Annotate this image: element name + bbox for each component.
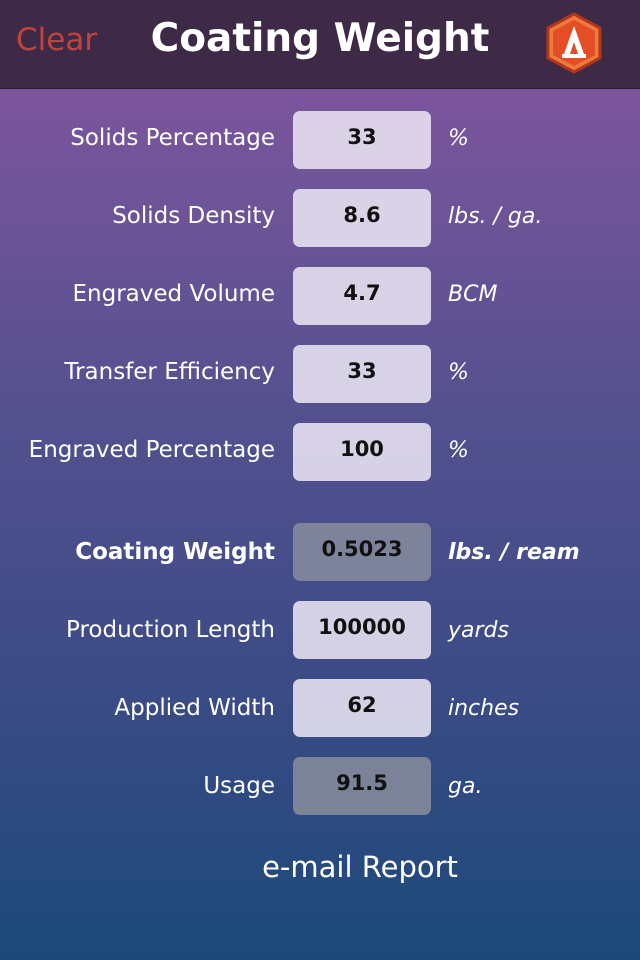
transfer-efficiency-field[interactable]: 33 [293,345,431,403]
solids-percentage-field[interactable]: 33 [293,111,431,169]
solids-density-unit: lbs. / ga. [448,204,543,229]
email-report-button[interactable]: e-mail Report [0,850,640,884]
transfer-efficiency-unit: % [448,360,469,385]
engraved-percentage-unit: % [448,438,469,463]
production-length-unit: yards [448,618,509,643]
usage-unit: ga. [448,774,483,799]
solids-percentage-label: Solids Percentage [70,125,275,151]
app-logo-icon[interactable] [544,12,604,74]
coating-weight-unit: lbs. / ream [448,540,580,565]
solids-density-label: Solids Density [112,203,275,229]
transfer-efficiency-label: Transfer Efficiency [64,359,275,385]
engraved-volume-field[interactable]: 4.7 [293,267,431,325]
production-length-label: Production Length [65,617,275,643]
coating-weight-label: Coating Weight [75,539,275,565]
solids-percentage-unit: % [448,126,469,151]
engraved-volume-unit: BCM [448,282,498,307]
engraved-percentage-field[interactable]: 100 [293,423,431,481]
engraved-volume-label: Engraved Volume [72,281,275,307]
applied-width-field[interactable]: 62 [293,679,431,737]
coating-weight-result: 0.5023 [293,523,431,581]
navbar: Clear Coating Weight [0,0,640,89]
solids-density-field[interactable]: 8.6 [293,189,431,247]
production-length-field[interactable]: 100000 [293,601,431,659]
engraved-percentage-label: Engraved Percentage [28,437,275,463]
applied-width-unit: inches [448,696,520,721]
usage-result: 91.5 [293,757,431,815]
usage-label: Usage [203,773,275,799]
applied-width-label: Applied Width [114,695,275,721]
